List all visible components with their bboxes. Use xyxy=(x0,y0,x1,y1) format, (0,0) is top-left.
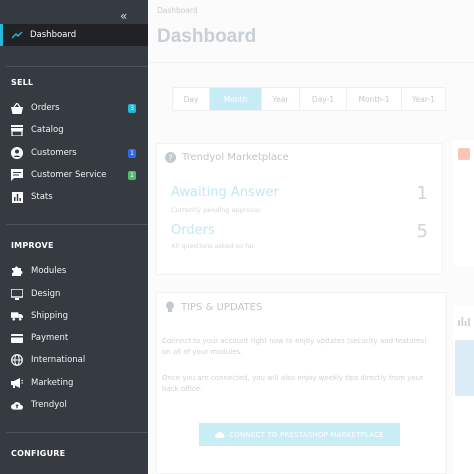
sidebar-divider xyxy=(6,224,148,225)
connect-marketplace-button[interactable]: CONNECT TO PRESTASHOP MARKETPLACE xyxy=(199,423,400,446)
sidebar-item-label: Customer Service xyxy=(31,170,107,180)
sidebar-item-label: International xyxy=(31,355,86,365)
account-circle-icon xyxy=(11,147,23,159)
app-root: « Dashboard SELL Orders 3 Catalog Custom… xyxy=(0,0,474,474)
customer-service-badge: 1 xyxy=(128,170,136,180)
mail-icon xyxy=(458,148,470,160)
sidebar-item-customers[interactable]: Customers 1 xyxy=(11,145,136,161)
sidebar-item-label: Design xyxy=(31,289,61,299)
metric-orders-label[interactable]: Orders xyxy=(171,223,215,238)
sidebar-item-label: Stats xyxy=(31,192,53,202)
trending-up-icon xyxy=(12,31,24,39)
sidebar-item-modules[interactable]: Modules xyxy=(11,263,136,279)
period-day-1[interactable]: Day-1 xyxy=(300,88,347,110)
sidebar-item-shipping[interactable]: Shipping xyxy=(11,308,136,324)
main-content: Dashboard Dashboard Day Month Year Day-1… xyxy=(148,0,474,474)
help-circle-icon: ? xyxy=(165,152,176,163)
shopping-basket-icon xyxy=(11,102,23,114)
period-month-1[interactable]: Month-1 xyxy=(347,88,402,110)
lightbulb-icon xyxy=(165,301,175,313)
marketplace-card: ? Trendyol Marketplace Awaiting Answer C… xyxy=(156,143,443,275)
truck-icon xyxy=(11,310,23,322)
customers-badge: 1 xyxy=(128,148,136,158)
connect-marketplace-label: CONNECT TO PRESTASHOP MARKETPLACE xyxy=(229,430,384,439)
credit-card-icon xyxy=(11,332,23,344)
marketplace-title-text: Trendyol Marketplace xyxy=(182,152,289,163)
sidebar-item-customer-service[interactable]: Customer Service 1 xyxy=(11,167,136,183)
sidebar-item-label: Modules xyxy=(31,266,67,276)
sidebar-item-orders[interactable]: Orders 3 xyxy=(11,100,136,116)
metric-awaiting-answer-sub: Currently pending approval xyxy=(171,206,260,214)
cloud-icon xyxy=(215,431,225,438)
section-title-improve: IMPROVE xyxy=(11,241,54,250)
sidebar-item-label: Marketing xyxy=(31,378,74,388)
section-title-sell: SELL xyxy=(11,78,34,87)
bar-chart-icon xyxy=(11,191,23,203)
globe-icon xyxy=(11,354,23,366)
period-month[interactable]: Month xyxy=(210,88,262,110)
sidebar-item-international[interactable]: International xyxy=(11,352,136,368)
sidebar-item-label: Customers xyxy=(31,148,77,158)
sidebar-item-label: Shipping xyxy=(31,311,69,321)
sidebar-item-label: Trendyol xyxy=(31,400,67,410)
sidebar: « Dashboard SELL Orders 3 Catalog Custom… xyxy=(0,0,148,474)
sidebar-item-stats[interactable]: Stats xyxy=(11,189,136,205)
puzzle-icon xyxy=(11,265,23,277)
desktop-icon xyxy=(11,288,23,300)
sidebar-item-catalog[interactable]: Catalog xyxy=(11,122,136,138)
breadcrumb[interactable]: Dashboard xyxy=(157,6,198,15)
sidebar-item-marketing[interactable]: Marketing xyxy=(11,375,136,391)
period-year[interactable]: Year xyxy=(262,88,300,110)
sidebar-item-label: Payment xyxy=(31,333,69,343)
metric-orders-value: 5 xyxy=(416,221,428,242)
tips-text-2: Once you are connected, you will also en… xyxy=(162,374,423,393)
period-selector: Day Month Year Day-1 Month-1 Year-1 xyxy=(172,87,446,111)
cloud-upload-icon xyxy=(11,399,23,411)
period-year-1[interactable]: Year-1 xyxy=(402,88,445,110)
right-panel-highlight xyxy=(455,340,474,396)
sidebar-item-design[interactable]: Design xyxy=(11,286,136,302)
sidebar-item-payment[interactable]: Payment xyxy=(11,330,136,346)
sidebar-divider xyxy=(6,432,148,433)
sidebar-item-dashboard[interactable]: Dashboard xyxy=(0,24,148,46)
header-divider xyxy=(148,62,474,63)
metric-orders-sub: All questions asked so far xyxy=(171,242,255,250)
collapse-sidebar-icon[interactable]: « xyxy=(120,9,134,23)
metric-awaiting-answer-value: 1 xyxy=(416,183,428,204)
period-day[interactable]: Day xyxy=(173,88,210,110)
page-title: Dashboard xyxy=(157,26,257,47)
svg-text:?: ? xyxy=(168,154,172,163)
tips-title-text: TIPS & UPDATES xyxy=(181,301,263,313)
metric-awaiting-answer-label[interactable]: Awaiting Answer xyxy=(171,185,279,200)
tips-card-title: TIPS & UPDATES xyxy=(165,301,262,313)
sidebar-item-label: Dashboard xyxy=(30,30,77,40)
marketplace-card-title: ? Trendyol Marketplace xyxy=(165,152,289,163)
bar-chart-icon xyxy=(458,316,470,329)
sidebar-divider xyxy=(6,66,148,67)
tips-text-1: Connect to your account right now to enj… xyxy=(162,337,427,356)
orders-badge: 3 xyxy=(128,103,136,113)
sidebar-item-label: Catalog xyxy=(31,125,64,135)
sidebar-item-trendyol[interactable]: Trendyol xyxy=(11,397,136,413)
store-icon xyxy=(11,124,23,136)
section-title-configure: CONFIGURE xyxy=(11,449,66,458)
sidebar-item-label: Orders xyxy=(31,103,60,113)
megaphone-icon xyxy=(11,377,23,389)
chat-icon xyxy=(11,169,23,181)
